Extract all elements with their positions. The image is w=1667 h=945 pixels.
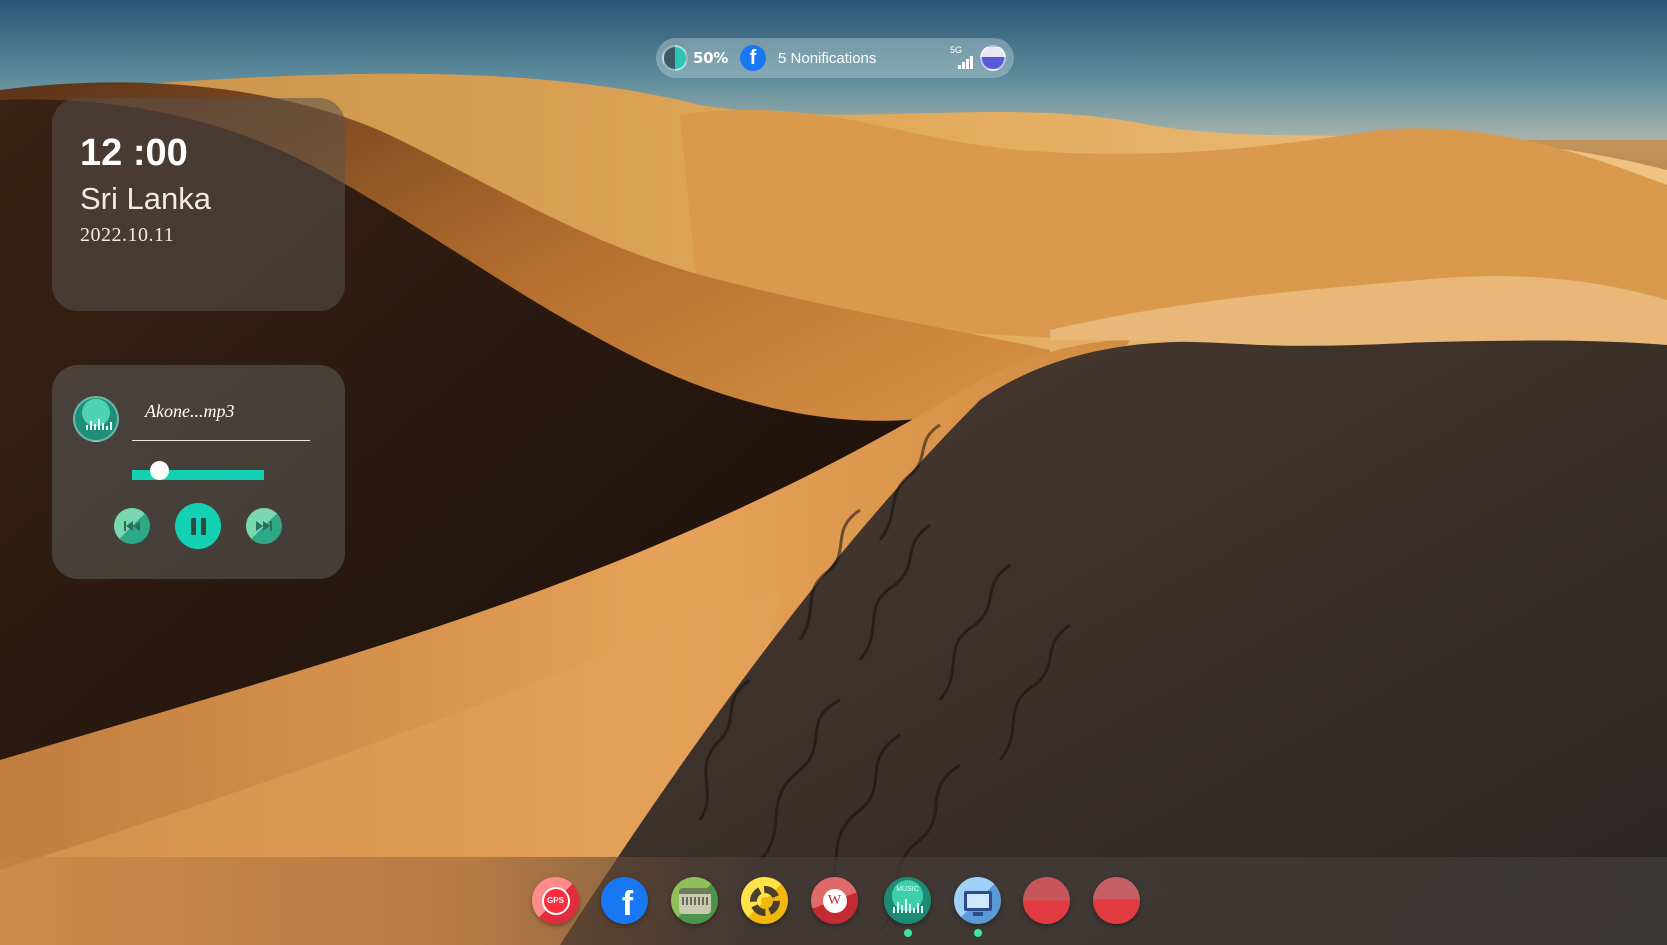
calendar-icon <box>678 887 711 914</box>
computer-icon <box>963 890 992 916</box>
clock-time: 12 :00 <box>80 132 188 174</box>
signal-5g-icon: 5G <box>950 45 974 69</box>
profile-avatar-icon[interactable] <box>980 45 1006 71</box>
dock-app-calendar[interactable] <box>671 877 718 924</box>
track-divider <box>132 440 310 441</box>
dock-app-gps[interactable]: GPS <box>532 877 579 924</box>
dock-app-music[interactable]: MUSIC <box>884 877 931 924</box>
status-bar: 50% f 5 Nonifications 5G <box>656 38 1014 78</box>
facebook-icon[interactable]: f <box>740 45 767 71</box>
pause-icon <box>190 517 206 535</box>
running-indicator-music <box>904 929 912 937</box>
gps-pin-icon: GPS <box>541 886 570 915</box>
dock-app-8[interactable] <box>1023 877 1070 924</box>
battery-icon <box>662 45 688 71</box>
signal-label: 5G <box>950 45 963 55</box>
music-album-icon <box>73 396 119 442</box>
word-icon: W <box>822 888 847 913</box>
music-player-widget: Akone...mp3 <box>52 365 345 579</box>
dock-app-9[interactable] <box>1093 877 1140 924</box>
dock-app-facebook[interactable]: f <box>601 877 648 924</box>
skip-previous-icon <box>124 521 140 531</box>
track-name: Akone...mp3 <box>145 401 235 421</box>
running-indicator-computer <box>974 929 982 937</box>
clock-widget: 12 :00 Sri Lanka 2022.10.11 <box>52 98 345 311</box>
dock-app-computer[interactable] <box>954 877 1001 924</box>
music-app-label: MUSIC <box>896 886 919 893</box>
music-icon <box>892 898 923 913</box>
dock-app-settings[interactable] <box>741 877 788 924</box>
gear-icon <box>749 885 780 916</box>
skip-previous-button[interactable] <box>114 508 150 544</box>
notifications-text[interactable]: 5 Nonifications <box>778 50 876 67</box>
dock-app-word[interactable]: W <box>811 877 858 924</box>
clock-location: Sri Lanka <box>80 181 211 216</box>
skip-next-icon <box>256 521 272 531</box>
battery-percent: 50% <box>693 49 729 67</box>
facebook-icon: f <box>621 885 634 923</box>
pause-button[interactable] <box>175 503 221 549</box>
skip-next-button[interactable] <box>246 508 282 544</box>
clock-date: 2022.10.11 <box>80 223 175 246</box>
